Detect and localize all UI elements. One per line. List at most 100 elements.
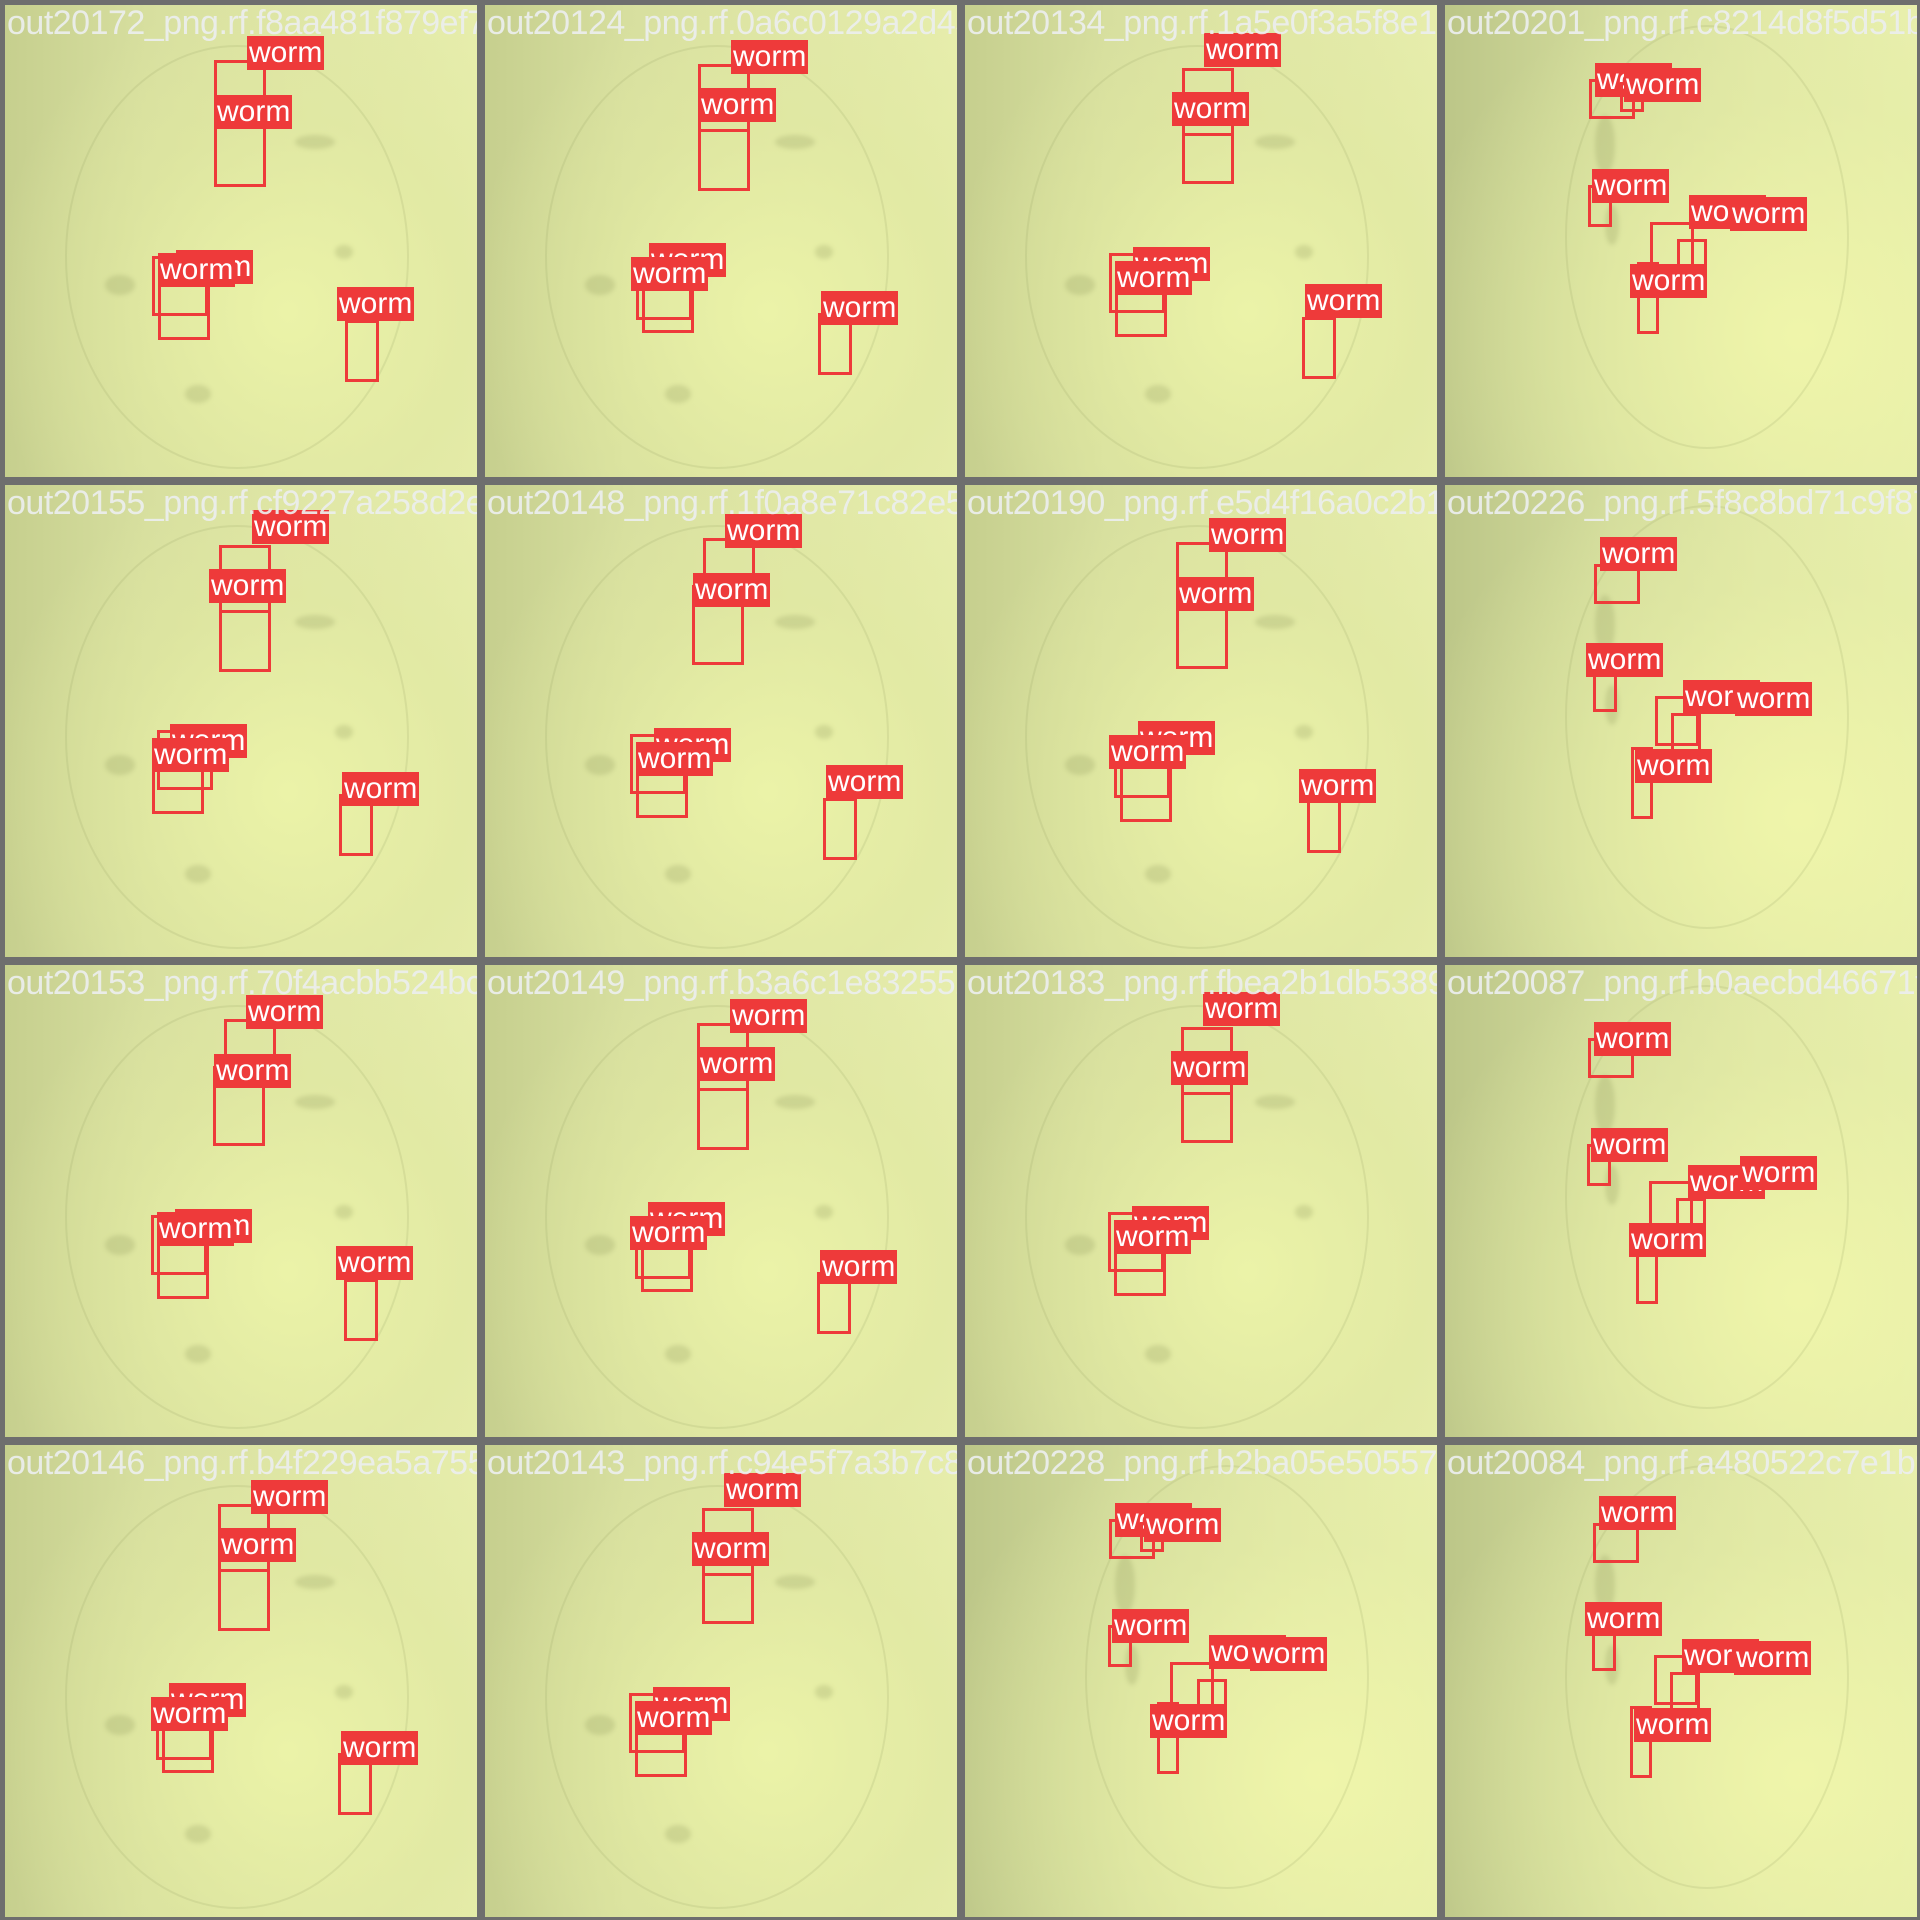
detection-label: worm <box>1635 749 1713 783</box>
detection-tile: wormwormwormwormwormout20146_png.rf.b4f2… <box>5 1445 477 1917</box>
detection-box <box>1302 317 1336 379</box>
detection-label: worm <box>1591 1128 1669 1162</box>
detection-label: worm <box>1172 92 1250 126</box>
background-particle <box>815 245 833 259</box>
background-particle <box>1295 1205 1313 1219</box>
detection-label: worm <box>342 772 420 806</box>
detection-label: worm <box>1740 1156 1818 1190</box>
detection-label: worm <box>730 999 808 1033</box>
detection-label: worm <box>630 1216 708 1250</box>
background-particle <box>1065 755 1095 775</box>
background-particle <box>665 865 691 883</box>
detection-label: worm <box>1600 537 1678 571</box>
background-particle <box>1295 725 1313 739</box>
background-particle <box>335 725 353 739</box>
background-particle <box>775 135 815 149</box>
tile-filename: out20172_png.rf.f8aa481f879ef74026a20dc8… <box>7 5 477 42</box>
tile-filename: out20124_png.rf.0a6c0129a2d43b01f1c5af05… <box>487 5 957 42</box>
background-particle <box>295 1575 335 1589</box>
background-particle <box>1295 245 1313 259</box>
tile-filename: out20143_png.rf.c94e5f7a3b7c81c2ae4023f8… <box>487 1445 957 1482</box>
tile-filename: out20190_png.rf.e5d4f16a0c2b1598073e1029… <box>967 485 1437 522</box>
detection-label: worm <box>1735 682 1813 716</box>
detection-tile: wormwormwormwormwormout20190_png.rf.e5d4… <box>965 485 1437 957</box>
background-particle <box>1065 275 1095 295</box>
detection-label: worm <box>1305 284 1383 318</box>
detection-label: worm <box>1630 264 1708 298</box>
detection-tile: wormwormwormwormwormout20172_png.rf.f8aa… <box>5 5 477 477</box>
detection-label: worm <box>341 1731 419 1765</box>
background-particle <box>295 615 335 629</box>
background-particle <box>585 1235 615 1255</box>
background-particle <box>185 865 211 883</box>
mosaic-grid: worm worm worm worm worm out20172_png.rf.f8aa… <box>0 0 1920 1920</box>
detection-label: worm <box>1624 68 1702 102</box>
tile-filename: out20087_png.rf.b0aecbd46671f9e3c2d5a8b4… <box>1447 965 1917 1002</box>
background-particle <box>665 1345 691 1363</box>
detection-label: worm <box>215 95 293 129</box>
background-particle <box>295 135 335 149</box>
detection-tile: worm worm worm worm worm out20084_png.rf.a480… <box>1445 1445 1917 1917</box>
detection-label: worm <box>1629 1223 1707 1257</box>
detection-label: worm <box>826 765 904 799</box>
background-particle <box>665 385 691 403</box>
tile-filename: out20146_png.rf.b4f229ea5a7557a1c9de61bf… <box>7 1445 477 1482</box>
detection-label: worm <box>731 40 809 74</box>
detection-tile: wormwormwormwormwormwormout20228_png.rf.… <box>965 1445 1437 1917</box>
background-particle <box>1065 1235 1095 1255</box>
detection-label: worm <box>1299 769 1377 803</box>
detection-label: worm <box>151 1697 229 1731</box>
detection-label: worm <box>636 742 714 776</box>
tile-filename: out20228_png.rf.b2ba05e5055756008a4b6c2e… <box>967 1445 1437 1482</box>
background-particle <box>1255 1095 1295 1109</box>
background-particle <box>585 755 615 775</box>
background-particle <box>585 1715 615 1735</box>
detection-label: worm <box>251 1480 329 1514</box>
background-particle <box>335 1205 353 1219</box>
background-particle <box>815 1685 833 1699</box>
detection-tile: wormwormwormwormwormout20134_png.rf.1a5e… <box>965 5 1437 477</box>
background-particle <box>815 1205 833 1219</box>
background-particle <box>105 755 135 775</box>
background-particle <box>585 275 615 295</box>
detection-label: worm <box>1594 1022 1672 1056</box>
tile-filename: out20149_png.rf.b3a6c1e8325525e0f8ab2e17… <box>487 965 957 1002</box>
detection-tile: wormwormwormwormwormout20124_png.rf.0a6c… <box>485 5 957 477</box>
detection-box <box>697 1070 749 1150</box>
detection-label: worm <box>692 1532 770 1566</box>
detection-box <box>823 798 857 860</box>
detection-tile: wormwormwormwormwormout20153_png.rf.70f4… <box>5 965 477 1437</box>
tile-filename: out20155_png.rf.cf9227a258d2e259f68f1326… <box>7 485 477 522</box>
detection-tile: wormwormwormwormwormout20148_png.rf.1f0a… <box>485 485 957 957</box>
detection-label: worm <box>214 1054 292 1088</box>
background-particle <box>1595 1075 1615 1135</box>
detection-label: worm <box>821 291 899 325</box>
detection-label: worm <box>1114 1220 1192 1254</box>
detection-label: worm <box>209 569 287 603</box>
detection-label: worm <box>1634 1708 1712 1742</box>
tile-filename: out20226_png.rf.5f8c8bd71c9f87e2a4b0d6e1… <box>1447 485 1917 522</box>
background-particle <box>185 385 211 403</box>
background-particle <box>105 1715 135 1735</box>
detection-label: worm <box>337 287 415 321</box>
detection-label: worm <box>1730 197 1808 231</box>
detection-label: worm <box>1585 1602 1663 1636</box>
detection-label: worm <box>699 88 777 122</box>
detection-label: worm <box>1599 1496 1677 1530</box>
detection-label: worm <box>1586 643 1664 677</box>
background-particle <box>295 1095 335 1109</box>
detection-label: worm <box>1177 577 1255 611</box>
background-particle <box>185 1825 211 1843</box>
background-particle <box>1115 1555 1135 1615</box>
detection-label: worm <box>698 1047 776 1081</box>
detection-label: worm <box>1592 169 1670 203</box>
detection-label: worm <box>336 1246 414 1280</box>
detection-tile: wormwormwormwormwormout20155_png.rf.cf92… <box>5 485 477 957</box>
background-particle <box>1145 385 1171 403</box>
tile-filename: out20201_png.rf.c8214d8f5d51b9e5c4ed3c29… <box>1447 5 1917 42</box>
detection-label: worm <box>820 1250 898 1284</box>
detection-tile: wormwormwormwormout20183_png.rf.fbea2b1d… <box>965 965 1437 1437</box>
detection-label: worm <box>1109 735 1187 769</box>
tile-filename: out20134_png.rf.1a5e0f3a5f8e124d6b3c8ffa… <box>967 5 1437 42</box>
detection-tile: wormwormwormwormwormout20149_png.rf.b3a6… <box>485 965 957 1437</box>
